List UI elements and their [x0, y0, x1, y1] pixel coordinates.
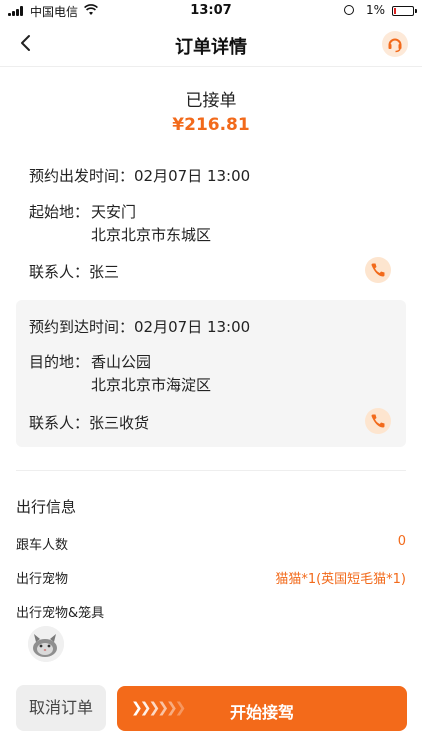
origin-name: 天安门: [91, 203, 137, 221]
destination-name: 香山公园: [91, 353, 152, 371]
pickup-contact-name: 张三: [89, 263, 120, 281]
battery-percent: 1%: [366, 3, 386, 17]
pickup-contact-row: 联系人：张三: [29, 261, 119, 282]
pets-cage-label: 出行宠物&笼具: [16, 606, 105, 621]
page-title: 订单详情: [175, 37, 247, 58]
phone-icon: [371, 414, 385, 428]
customer-service-button[interactable]: [382, 31, 408, 57]
origin-label: 起始地：: [29, 203, 90, 221]
pets-value: 猫猫*1(英国短毛猫*1): [275, 572, 406, 587]
dropoff-time-label: 预约到达时间：: [29, 318, 135, 336]
dropoff-contact-name: 张三收货: [89, 414, 150, 432]
rotation-lock-icon: [344, 5, 354, 15]
riders-label: 跟车人数: [16, 538, 69, 553]
pickup-contact-label: 联系人：: [29, 263, 90, 281]
dropoff-contact-label: 联系人：: [29, 414, 90, 432]
pet-photo[interactable]: [28, 626, 64, 662]
start-pickup-button[interactable]: ❯❯❯❯❯❯ 开始接驾: [117, 686, 407, 731]
pickup-time-row: 预约出发时间：02月07日 13:00: [29, 165, 250, 186]
headset-icon: [388, 38, 402, 53]
call-dropoff-contact-button[interactable]: [365, 408, 391, 434]
pets-label: 出行宠物: [16, 572, 69, 587]
pickup-time-value: 02月07日 13:00: [134, 167, 251, 185]
order-status: 已接单: [185, 91, 237, 111]
divider: [16, 470, 406, 471]
status-bar: 中国电信 13:07 1%: [0, 0, 422, 22]
status-time: 13:07: [190, 3, 232, 18]
cat-photo-image: [28, 626, 64, 662]
battery-icon: [392, 6, 417, 16]
order-price: ¥216.81: [172, 115, 250, 135]
call-pickup-contact-button[interactable]: [365, 257, 391, 283]
start-pickup-label: 开始接驾: [229, 703, 294, 722]
pickup-time-label: 预约出发时间：: [29, 167, 135, 185]
cancel-order-button[interactable]: 取消订单: [16, 685, 106, 731]
phone-icon: [371, 263, 385, 277]
dropoff-time-row: 预约到达时间：02月07日 13:00: [29, 316, 250, 337]
trip-info-title: 出行信息: [16, 498, 77, 516]
riders-value: 0: [397, 534, 406, 549]
destination-label: 目的地：: [29, 353, 90, 371]
origin-address: 北京北京市东城区: [91, 226, 212, 244]
dropoff-contact-row: 联系人：张三收货: [29, 412, 149, 433]
dropoff-time-value: 02月07日 13:00: [134, 318, 251, 336]
destination-address: 北京北京市海淀区: [91, 376, 212, 394]
nav-bar: 订单详情: [0, 22, 422, 67]
